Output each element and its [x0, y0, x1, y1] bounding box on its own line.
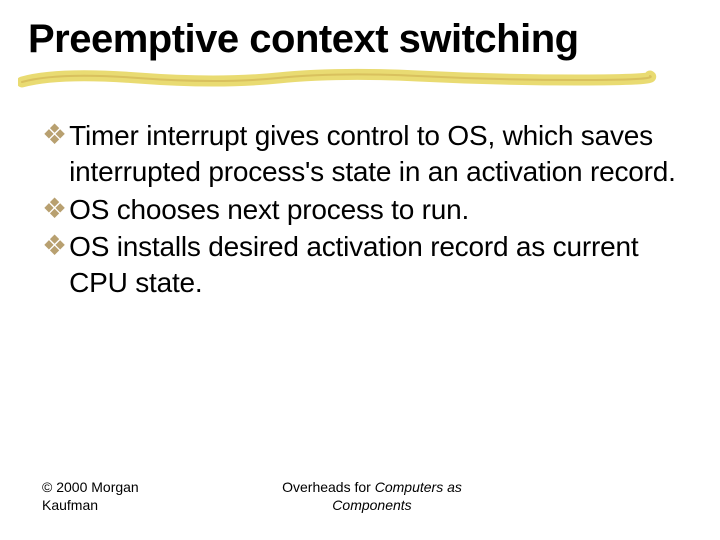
- title-underline: [18, 66, 658, 92]
- slide-footer: © 2000 Morgan Kaufman Overheads for Comp…: [0, 479, 720, 514]
- bullet-item: ❖ OS installs desired activation record …: [42, 229, 680, 301]
- footer-copyright-line1: © 2000 Morgan: [42, 479, 240, 497]
- slide-body: ❖ Timer interrupt gives control to OS, w…: [28, 118, 692, 301]
- bullet-icon: ❖: [42, 229, 67, 264]
- bullet-text: OS chooses next process to run.: [69, 192, 469, 228]
- footer-center-line1: Overheads for Computers as: [240, 479, 504, 497]
- bullet-icon: ❖: [42, 118, 67, 153]
- slide-title: Preemptive context switching: [28, 18, 692, 60]
- footer-center-plain: Overheads for: [282, 479, 375, 495]
- bullet-item: ❖ OS chooses next process to run.: [42, 192, 680, 228]
- footer-copyright: © 2000 Morgan Kaufman: [0, 479, 240, 514]
- bullet-icon: ❖: [42, 192, 67, 227]
- bullet-text: OS installs desired activation record as…: [69, 229, 680, 301]
- bullet-item: ❖ Timer interrupt gives control to OS, w…: [42, 118, 680, 190]
- footer-copyright-line2: Kaufman: [42, 497, 240, 515]
- slide: Preemptive context switching ❖ Timer int…: [0, 0, 720, 540]
- bullet-text: Timer interrupt gives control to OS, whi…: [69, 118, 680, 190]
- footer-center-italic1: Computers as: [375, 479, 462, 495]
- footer-center: Overheads for Computers as Components: [240, 479, 504, 514]
- footer-center-line2: Components: [240, 497, 504, 515]
